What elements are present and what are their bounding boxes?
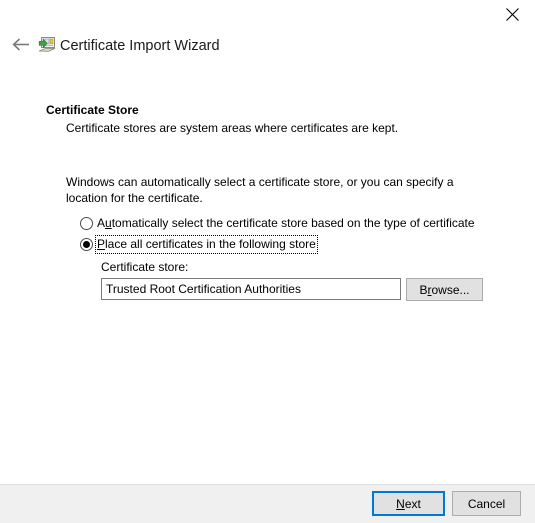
radio-label-automatic: Automatically select the certificate sto… xyxy=(96,215,476,232)
back-arrow-icon xyxy=(11,37,30,55)
certificate-store-input[interactable] xyxy=(101,278,401,300)
certificate-import-icon xyxy=(37,36,57,56)
next-button[interactable]: Next xyxy=(372,491,445,516)
browse-label-prefix: B xyxy=(419,282,428,297)
radio-label-automatic-suffix: tomatically select the certificate store… xyxy=(111,215,475,230)
radio-automatic-store[interactable]: Automatically select the certificate sto… xyxy=(80,214,476,232)
page-subtitle: Certificate stores are system areas wher… xyxy=(66,121,399,135)
wizard-nav-row: Certificate Import Wizard xyxy=(0,31,535,63)
browse-label-suffix: owse... xyxy=(431,282,470,297)
browse-button[interactable]: Browse... xyxy=(406,278,483,301)
radio-label-place-suffix: lace all certificates in the following s… xyxy=(105,236,316,251)
footer-bar: Next Cancel xyxy=(0,484,535,523)
radio-label-place-accel: P xyxy=(97,236,106,251)
certificate-store-label: Certificate store: xyxy=(101,260,189,274)
intro-text: Windows can automatically select a certi… xyxy=(66,175,454,205)
radio-mark-automatic[interactable] xyxy=(80,216,93,230)
next-label-accel: N xyxy=(396,496,405,511)
radio-place-in-store[interactable]: Place all certificates in the following … xyxy=(80,234,318,254)
radio-mark-place[interactable] xyxy=(80,237,93,251)
next-label-suffix: ext xyxy=(404,496,421,511)
radio-label-place: Place all certificates in the following … xyxy=(95,234,318,254)
cancel-button[interactable]: Cancel xyxy=(452,491,521,516)
close-button[interactable] xyxy=(489,0,535,29)
radio-label-automatic-prefix: A xyxy=(97,215,106,230)
title-bar xyxy=(0,0,535,30)
back-button[interactable] xyxy=(7,33,33,59)
close-icon xyxy=(505,8,519,21)
wizard-title: Certificate Import Wizard xyxy=(60,38,220,54)
radio-label-automatic-accel: u xyxy=(105,215,112,230)
page-title: Certificate Store xyxy=(46,103,139,117)
